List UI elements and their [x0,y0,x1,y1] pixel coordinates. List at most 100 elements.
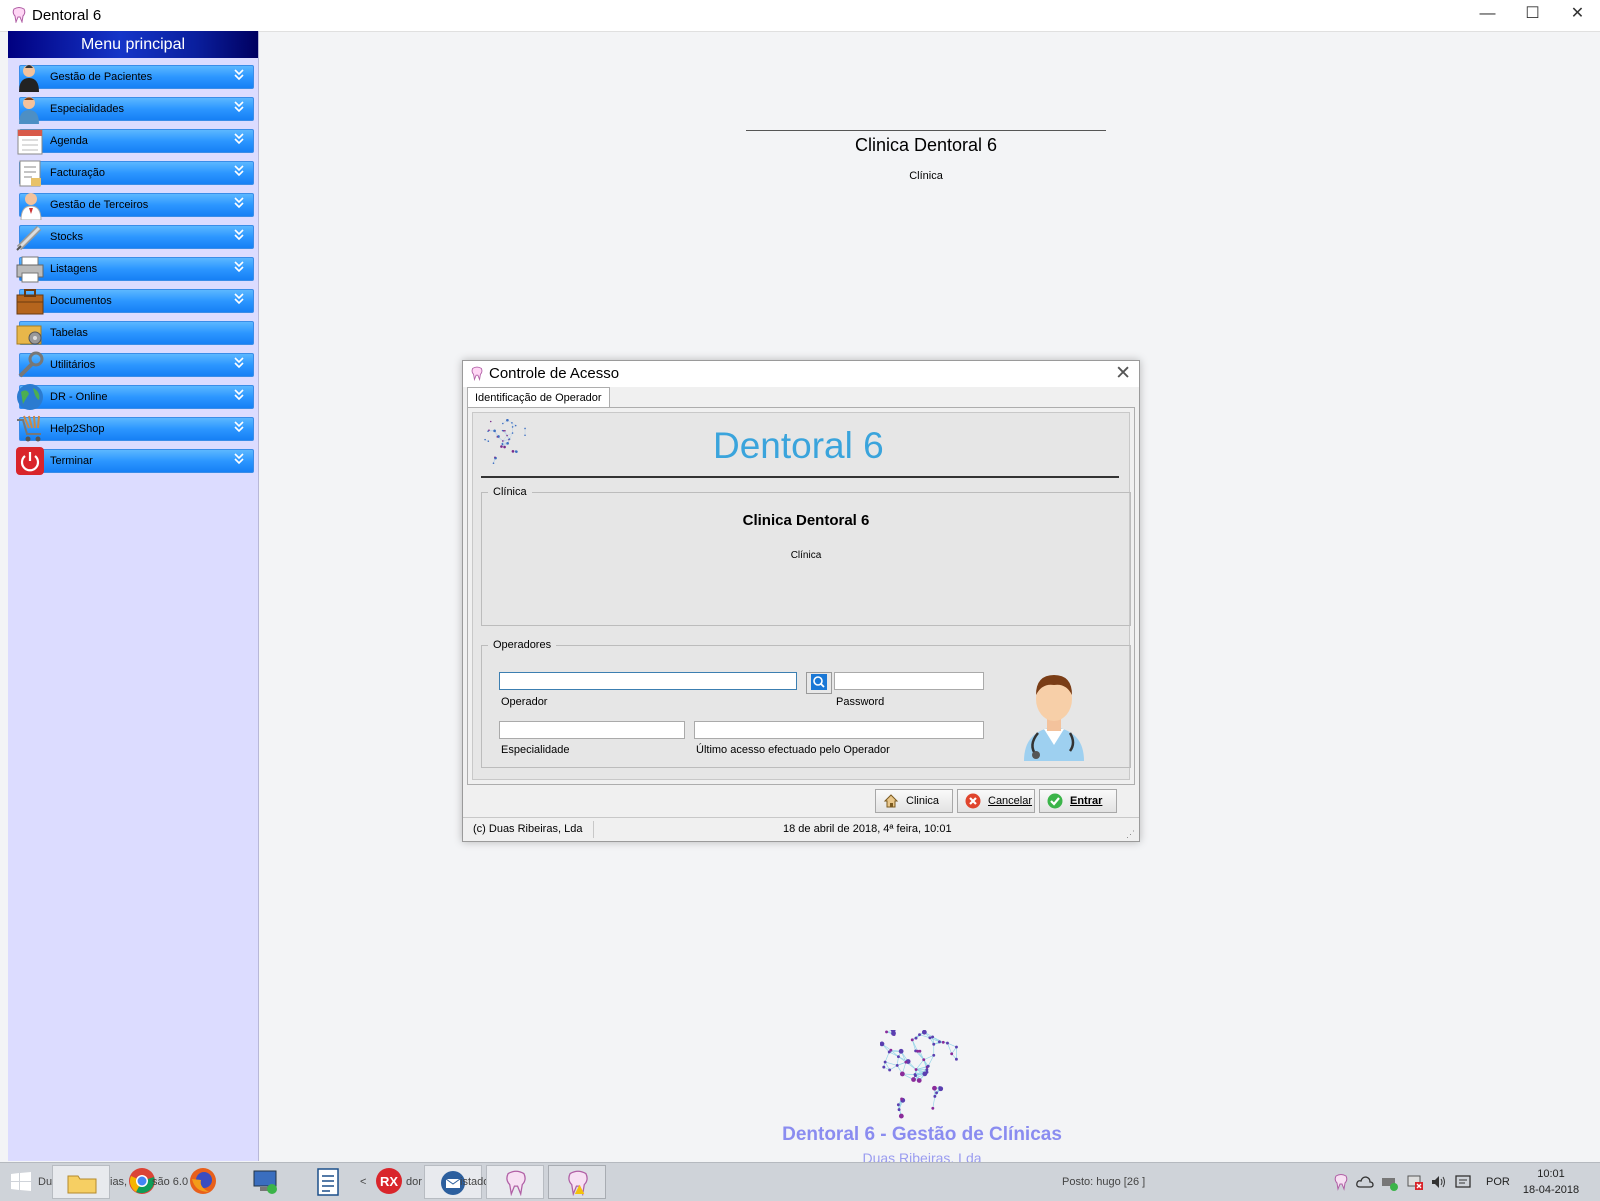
sidebar-item-tabelas[interactable]: Tabelas [14,318,254,346]
wrench-icon [14,350,46,380]
clinic-legend: Clínica [488,486,532,498]
status-company: (c) Duas Ribeiras, Lda [473,823,582,835]
tab-operator-identification[interactable]: Identificação de Operador [467,387,610,408]
dialog-statusbar: (c) Duas Ribeiras, Lda 18 de abril de 20… [463,817,1139,842]
sidebar-item-gestao-de-pacientes[interactable]: Gestão de Pacientes [14,62,254,90]
clinic-button-label: Clinica [906,790,939,812]
operator-search-button[interactable] [806,672,832,694]
header-divider [746,130,1106,131]
taskbar-file-explorer[interactable] [52,1165,110,1199]
sidebar-item-utilitarios[interactable]: Utilitários [14,350,254,378]
status-divider [593,821,594,838]
document-icon[interactable] [316,1168,340,1196]
volume-icon[interactable] [1430,1174,1448,1190]
sidebar-item-label: DR - Online [50,391,107,403]
sidebar-item-stocks[interactable]: Stocks [14,222,254,250]
clock-time: 10:01 [1516,1166,1586,1182]
tooth-network-logo-icon [880,1030,960,1120]
login-panel: Dentoral 6 Clínica Clinica Dentoral 6 Cl… [472,412,1130,780]
maximize-button[interactable]: ☐ [1510,0,1555,31]
folder-icon [67,1172,97,1194]
dialog-title: Controle de Acesso [489,365,619,382]
chevron-down-icon [234,164,244,178]
gear-folder-icon [14,318,46,348]
sidebar-item-agenda[interactable]: Agenda [14,126,254,154]
close-window-button[interactable]: ✕ [1555,0,1600,31]
sidebar-item-documentos[interactable]: Documentos [14,286,254,314]
clinic-type: Clínica [746,170,1106,182]
firefox-icon[interactable] [189,1167,217,1195]
last-access-input[interactable] [694,721,984,739]
access-control-dialog: Controle de Acesso ✕ Identificação de Op… [462,360,1140,842]
taskbar-dentoral-window-1[interactable] [486,1165,544,1199]
network-error-icon[interactable] [1406,1173,1424,1191]
enter-button[interactable]: Entrar [1039,789,1117,813]
brand-title: Dentoral 6 [713,425,884,467]
tooth-tray-icon[interactable] [1334,1173,1348,1191]
cancel-button[interactable]: Cancelar [957,789,1035,813]
main-menu-sidebar: Menu principal Gestão de Pacientes Especi… [8,31,259,1161]
tooth-warning-icon [567,1170,589,1196]
sidebar-item-listagens[interactable]: Listagens [14,254,254,282]
sidebar-item-label: Listagens [50,263,97,275]
chevron-down-icon [234,292,244,306]
chevron-down-icon [234,452,244,466]
power-icon [14,446,46,476]
sidebar-item-especialidades[interactable]: Especialidades [14,94,254,122]
specialty-input[interactable] [499,721,685,739]
dialog-clinic-name: Clinica Dentoral 6 [482,512,1130,529]
doctor-avatar-icon [1014,665,1094,761]
house-icon [883,793,899,809]
language-indicator[interactable]: POR [1486,1176,1510,1188]
patient-icon [14,62,46,92]
tooth-app-icon [505,1170,527,1196]
posto-status: Posto: hugo [26 ] [1062,1176,1145,1188]
dialog-button-bar: Clinica Cancelar Entrar [467,785,1133,815]
clinic-button[interactable]: Clinica [875,789,953,813]
taskbar-behind-text-4: < [360,1176,366,1188]
third-party-icon [14,190,46,220]
taskbar-clock[interactable]: 10:01 18-04-2018 [1516,1166,1586,1198]
specialty-label: Especialidade [501,744,570,756]
sidebar-item-label: Help2Shop [50,423,104,435]
sidebar-item-terminar[interactable]: Terminar [14,446,254,474]
operator-label: Operador [501,696,547,708]
footer-title: Dentoral 6 - Gestão de Clínicas [722,1124,1122,1146]
taskbar: Duas ias, Lda são 6.0 < RX dor não istad… [0,1162,1600,1201]
globe-icon [14,382,46,412]
sidebar-item-facturacao[interactable]: Facturação [14,158,254,186]
notification-icon[interactable] [1454,1173,1472,1191]
sidebar-item-label: Tabelas [50,327,88,339]
chevron-down-icon [234,68,244,82]
chevron-down-icon [234,132,244,146]
sidebar-item-label: Gestão de Pacientes [50,71,152,83]
sidebar-item-label: Facturação [50,167,105,179]
cancel-icon [965,793,981,809]
sidebar-item-dr-online[interactable]: DR - Online [14,382,254,410]
minimize-button[interactable]: — [1465,0,1510,31]
search-icon [807,673,831,693]
briefcase-icon [14,286,46,316]
dialog-close-icon[interactable]: ✕ [1115,362,1131,385]
enter-button-label: Entrar [1070,790,1102,812]
cloud-icon[interactable] [1356,1174,1374,1190]
operator-input[interactable] [499,672,797,690]
taskbar-dentoral-window-2[interactable] [548,1165,606,1199]
menu-header: Menu principal [8,31,258,58]
taskbar-behind-text-3: são 6.0 [152,1176,188,1188]
cancel-button-label: Cancelar [988,790,1032,812]
password-label: Password [836,696,884,708]
clock-date: 18-04-2018 [1516,1182,1586,1198]
password-input[interactable] [834,672,984,690]
sidebar-item-help2shop[interactable]: Help2Shop [14,414,254,442]
windows-start-icon[interactable] [10,1171,32,1193]
printer-status-icon[interactable] [1380,1173,1398,1191]
resize-grip-icon[interactable]: ⋰ [1126,829,1135,840]
sidebar-item-label: Stocks [50,231,83,243]
chevron-down-icon [234,260,244,274]
network-computer-icon[interactable] [252,1169,280,1195]
rx-app-icon[interactable]: RX [374,1167,404,1195]
sidebar-item-gestao-de-terceiros[interactable]: Gestão de Terceiros [14,190,254,218]
clinic-header: Clinica Dentoral 6 Clínica [746,130,1106,182]
operators-legend: Operadores [488,639,556,651]
